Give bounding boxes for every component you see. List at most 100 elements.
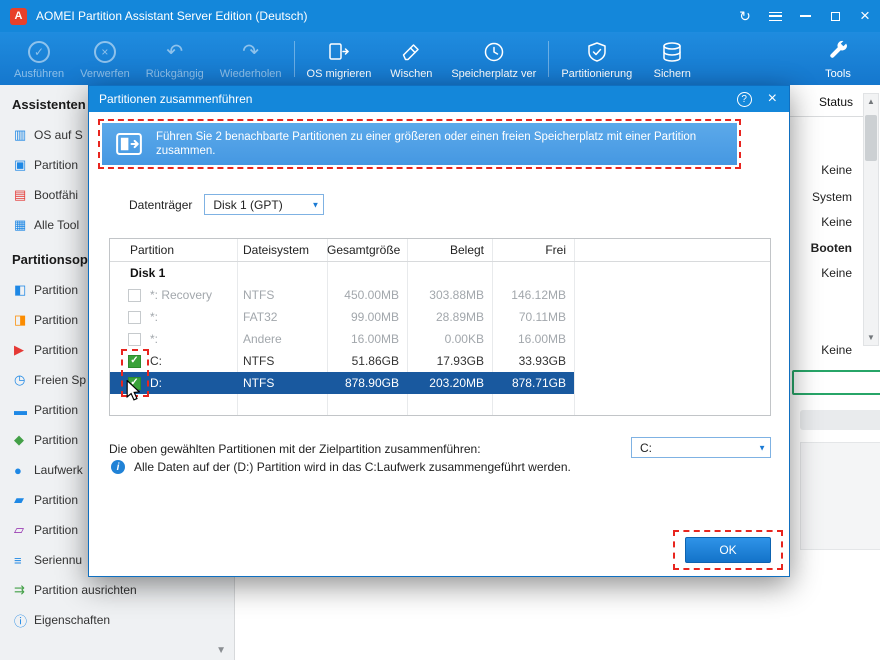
toolbar-button-speicherplatz-ver[interactable]: Speicherplatz ver <box>443 32 544 85</box>
drive-letter-icon: ● <box>14 462 22 478</box>
status-value: Keine <box>821 215 852 229</box>
scroll-up-icon[interactable]: ▲ <box>867 97 875 106</box>
all-tools-icon: ▦ <box>14 217 27 232</box>
toolbar-button-partitionierung[interactable]: Partitionierung <box>553 32 640 85</box>
target-partition-select[interactable]: C: ▼ <box>631 437 771 458</box>
partition-table: Partition Dateisystem Gesamtgröße Belegt Fre… <box>109 238 771 416</box>
status-value: System <box>811 190 852 204</box>
sidebar-item-label: Partition <box>34 158 79 172</box>
scroll-down-icon[interactable]: ▼ <box>867 333 875 342</box>
toolbar-button-rückgängig[interactable]: ↶ Rückgängig <box>138 32 212 85</box>
undo-icon: ↶ <box>166 41 184 63</box>
sidebar-item-eigenschaften[interactable]: ⓘ Eigenschaften <box>0 605 234 635</box>
partition-label: *: Recovery <box>150 288 213 302</box>
toolbar-button-label: Partitionierung <box>561 67 633 80</box>
allocate-space-icon <box>482 40 506 65</box>
maximize-button[interactable] <box>820 0 850 32</box>
sidebar-item-label: Partition <box>34 433 79 447</box>
sidebar-scroll-down-icon[interactable]: ▼ <box>216 645 226 656</box>
close-button[interactable]: × <box>850 0 880 32</box>
split-partition-icon: ▬ <box>14 402 27 418</box>
toolbar-button-sichern[interactable]: Sichern <box>640 32 704 85</box>
apply-icon: ✓ <box>28 40 51 65</box>
sidebar-item-label: Eigenschaften <box>34 613 111 627</box>
toolbar-button-os-migrieren[interactable]: OS migrieren <box>299 32 380 85</box>
mouse-cursor-icon <box>126 380 140 401</box>
sidebar-item-partition-ausrichten[interactable]: ⇉ Partition ausrichten <box>0 575 234 605</box>
sidebar-item-label: OS auf S <box>34 128 83 142</box>
redo-icon: ↷ <box>242 41 260 63</box>
move-partition-icon: ◨ <box>14 312 27 327</box>
total-size-cell: 16.00MB <box>350 332 399 346</box>
column-header-frei[interactable]: Frei <box>492 243 574 257</box>
toolbar-button-wischen[interactable]: Wischen <box>379 32 443 85</box>
used-cell: 303.88MB <box>429 288 484 302</box>
minimize-button[interactable] <box>790 0 820 32</box>
scrollbar-thumb[interactable] <box>865 115 877 161</box>
align-partition-icon: ⇉ <box>14 582 25 597</box>
partition-checkbox[interactable] <box>128 332 141 346</box>
filesystem-cell: NTFS <box>243 288 275 302</box>
quick-partition-icon <box>585 40 609 65</box>
sidebar-item-label: Partition <box>34 283 79 297</box>
serial-number-icon: ≡ <box>14 552 22 568</box>
menu-icon[interactable] <box>760 0 790 32</box>
toolbar-button-tools[interactable]: Tools <box>810 32 866 85</box>
dialog-banner: Führen Sie 2 benachbarte Partitionen zu … <box>102 123 737 165</box>
sidebar-item-label: Partition <box>34 523 79 537</box>
info-icon: i <box>111 460 125 474</box>
free-cell: 70.11MB <box>518 310 566 324</box>
toolbar-button-label: Verwerfen <box>80 67 130 80</box>
clone-wizard-icon: ▣ <box>14 157 27 172</box>
discard-icon: × <box>93 40 116 65</box>
titlebar-controls: ↻ × <box>730 0 880 32</box>
ok-button[interactable]: OK <box>685 537 771 563</box>
free-cell: 33.93GB <box>518 354 566 368</box>
label-partition-icon: ▰ <box>14 492 24 507</box>
total-size-cell: 878.90GB <box>344 376 399 390</box>
partition-row-c[interactable]: ✓ C: NTFS 51.86GB 17.93GB 33.93GB <box>110 350 574 372</box>
chevron-down-icon: ▼ <box>311 200 320 209</box>
check-partition-icon: ▱ <box>14 522 24 537</box>
partition-row-d[interactable]: ✓ D: NTFS 878.90GB 203.20MB 878.71GB <box>110 372 574 394</box>
toolbar-button-ausführen[interactable]: ✓ Ausführen <box>6 32 72 85</box>
sidebar-item-label: Partition <box>34 343 79 357</box>
total-size-cell: 450.00MB <box>344 288 399 302</box>
window-title: AOMEI Partition Assistant Server Edition… <box>36 9 308 23</box>
status-value: Keine <box>821 343 852 357</box>
merge-partitions-icon <box>114 129 144 159</box>
sidebar-item-label: Partition ausrichten <box>34 583 137 597</box>
status-value: Keine <box>821 163 852 177</box>
partition-checkbox[interactable] <box>128 310 141 324</box>
refresh-icon[interactable]: ↻ <box>730 0 760 32</box>
free-space-icon: ◷ <box>14 372 26 387</box>
migrate-os-icon <box>327 40 351 65</box>
disk-select[interactable]: Disk 1 (GPT) ▼ <box>204 194 325 215</box>
column-header-dateisystem[interactable]: Dateisystem <box>237 243 327 257</box>
partition-row-recovery[interactable]: *: Recovery NTFS 450.00MB 303.88MB 146.12MB <box>110 284 574 306</box>
toolbar-button-label: Speicherplatz ver <box>451 67 537 80</box>
column-header-status[interactable]: Status <box>819 95 853 109</box>
merge-note-row: i Alle Daten auf der (D:) Partition wird… <box>111 460 571 474</box>
partition-checkbox[interactable] <box>128 288 141 302</box>
sidebar-item-label: Partition <box>34 493 79 507</box>
toolbar-separator <box>293 40 295 77</box>
sidebar-item-label: Seriennu <box>34 553 83 567</box>
help-icon[interactable]: ? <box>736 91 752 107</box>
column-header-belegt[interactable]: Belegt <box>407 243 492 257</box>
annotation-ok-highlight: OK <box>673 530 783 570</box>
properties-icon: ⓘ <box>14 613 28 629</box>
legend-box <box>800 410 880 430</box>
toolbar-button-wiederholen[interactable]: ↷ Wiederholen <box>212 32 290 85</box>
dialog-close-icon[interactable]: × <box>768 90 777 108</box>
column-header-gesamtgröße[interactable]: Gesamtgröße <box>327 243 407 257</box>
toolbar-button-verwerfen[interactable]: × Verwerfen <box>72 32 138 85</box>
column-header-partition[interactable]: Partition <box>110 243 237 257</box>
partition-row-[interactable]: *: FAT32 99.00MB 28.89MB 70.11MB <box>110 306 574 328</box>
tools-icon <box>826 40 850 65</box>
partition-name-cell: *: Recovery <box>110 288 237 302</box>
toolbar-button-label: Rückgängig <box>145 67 204 80</box>
format-partition-icon: ◆ <box>14 432 24 447</box>
partition-row-[interactable]: *: Andere 16.00MB 0.00KB 16.00MB <box>110 328 574 350</box>
section-header-label: Assistenten <box>12 96 86 112</box>
